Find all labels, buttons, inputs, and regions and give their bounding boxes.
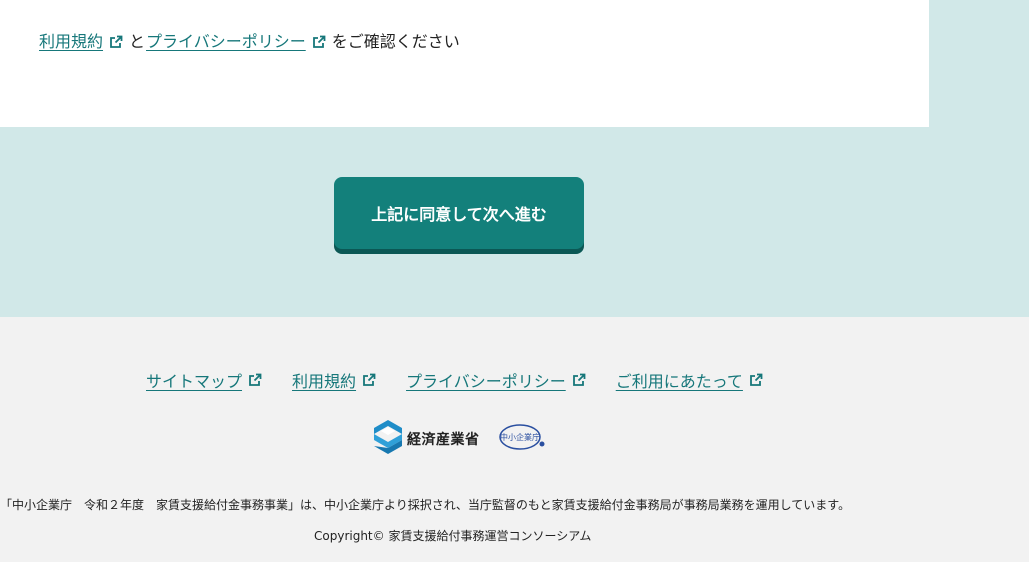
terms-link[interactable]: 利用規約: [39, 31, 123, 53]
external-link-icon: [109, 35, 123, 49]
consent-suffix: をご確認ください: [331, 32, 460, 51]
terms-link-label: 利用規約: [39, 32, 104, 51]
external-link-icon: [362, 373, 376, 387]
footer-link-label: プライバシーポリシー: [406, 372, 566, 391]
external-link-icon: [312, 35, 326, 49]
consent-card: 利用規約 と プライバシーポリシー をご確認ください: [0, 0, 929, 127]
copyright-text: Copyright© 家賃支援給付事務運営コンソーシアム: [314, 529, 592, 543]
consent-connector: と: [129, 32, 146, 51]
meti-logo[interactable]: 経済産業省: [373, 420, 480, 458]
footer-link-terms[interactable]: 利用規約: [292, 368, 376, 392]
consent-line: 利用規約 と プライバシーポリシー をご確認ください: [39, 31, 460, 53]
consent-section: 利用規約 と プライバシーポリシー をご確認ください 上記に同意して次へ進む: [0, 0, 1029, 317]
sme-agency-logo[interactable]: 中小企業庁: [498, 422, 546, 456]
footer-logos: 経済産業省 中小企業庁: [373, 420, 546, 458]
agree-next-button[interactable]: 上記に同意して次へ進む: [334, 177, 584, 249]
footer-link-privacy[interactable]: プライバシーポリシー: [406, 368, 586, 392]
footer-links: サイトマップ 利用規約 プライバシーポリシー ご利用にあたって: [146, 368, 763, 392]
sme-logo-text: 中小企業庁: [500, 432, 540, 442]
external-link-icon: [749, 373, 763, 387]
footer-link-usage[interactable]: ご利用にあたって: [616, 368, 763, 392]
external-link-icon: [248, 373, 262, 387]
footer-link-label: サイトマップ: [146, 372, 243, 391]
privacy-link-label: プライバシーポリシー: [146, 32, 306, 51]
footer-link-label: ご利用にあたって: [615, 372, 743, 391]
privacy-link[interactable]: プライバシーポリシー: [146, 31, 326, 53]
external-link-icon: [572, 373, 586, 387]
meti-logo-icon: [373, 420, 403, 458]
meti-logo-text: 経済産業省: [407, 432, 480, 448]
footer-note: 「中小企業庁 令和２年度 家賃支援給付金事務事業」は、中小企業庁より採択され、当…: [0, 498, 851, 512]
footer-link-label: 利用規約: [292, 372, 357, 391]
footer-link-sitemap[interactable]: サイトマップ: [146, 368, 262, 392]
